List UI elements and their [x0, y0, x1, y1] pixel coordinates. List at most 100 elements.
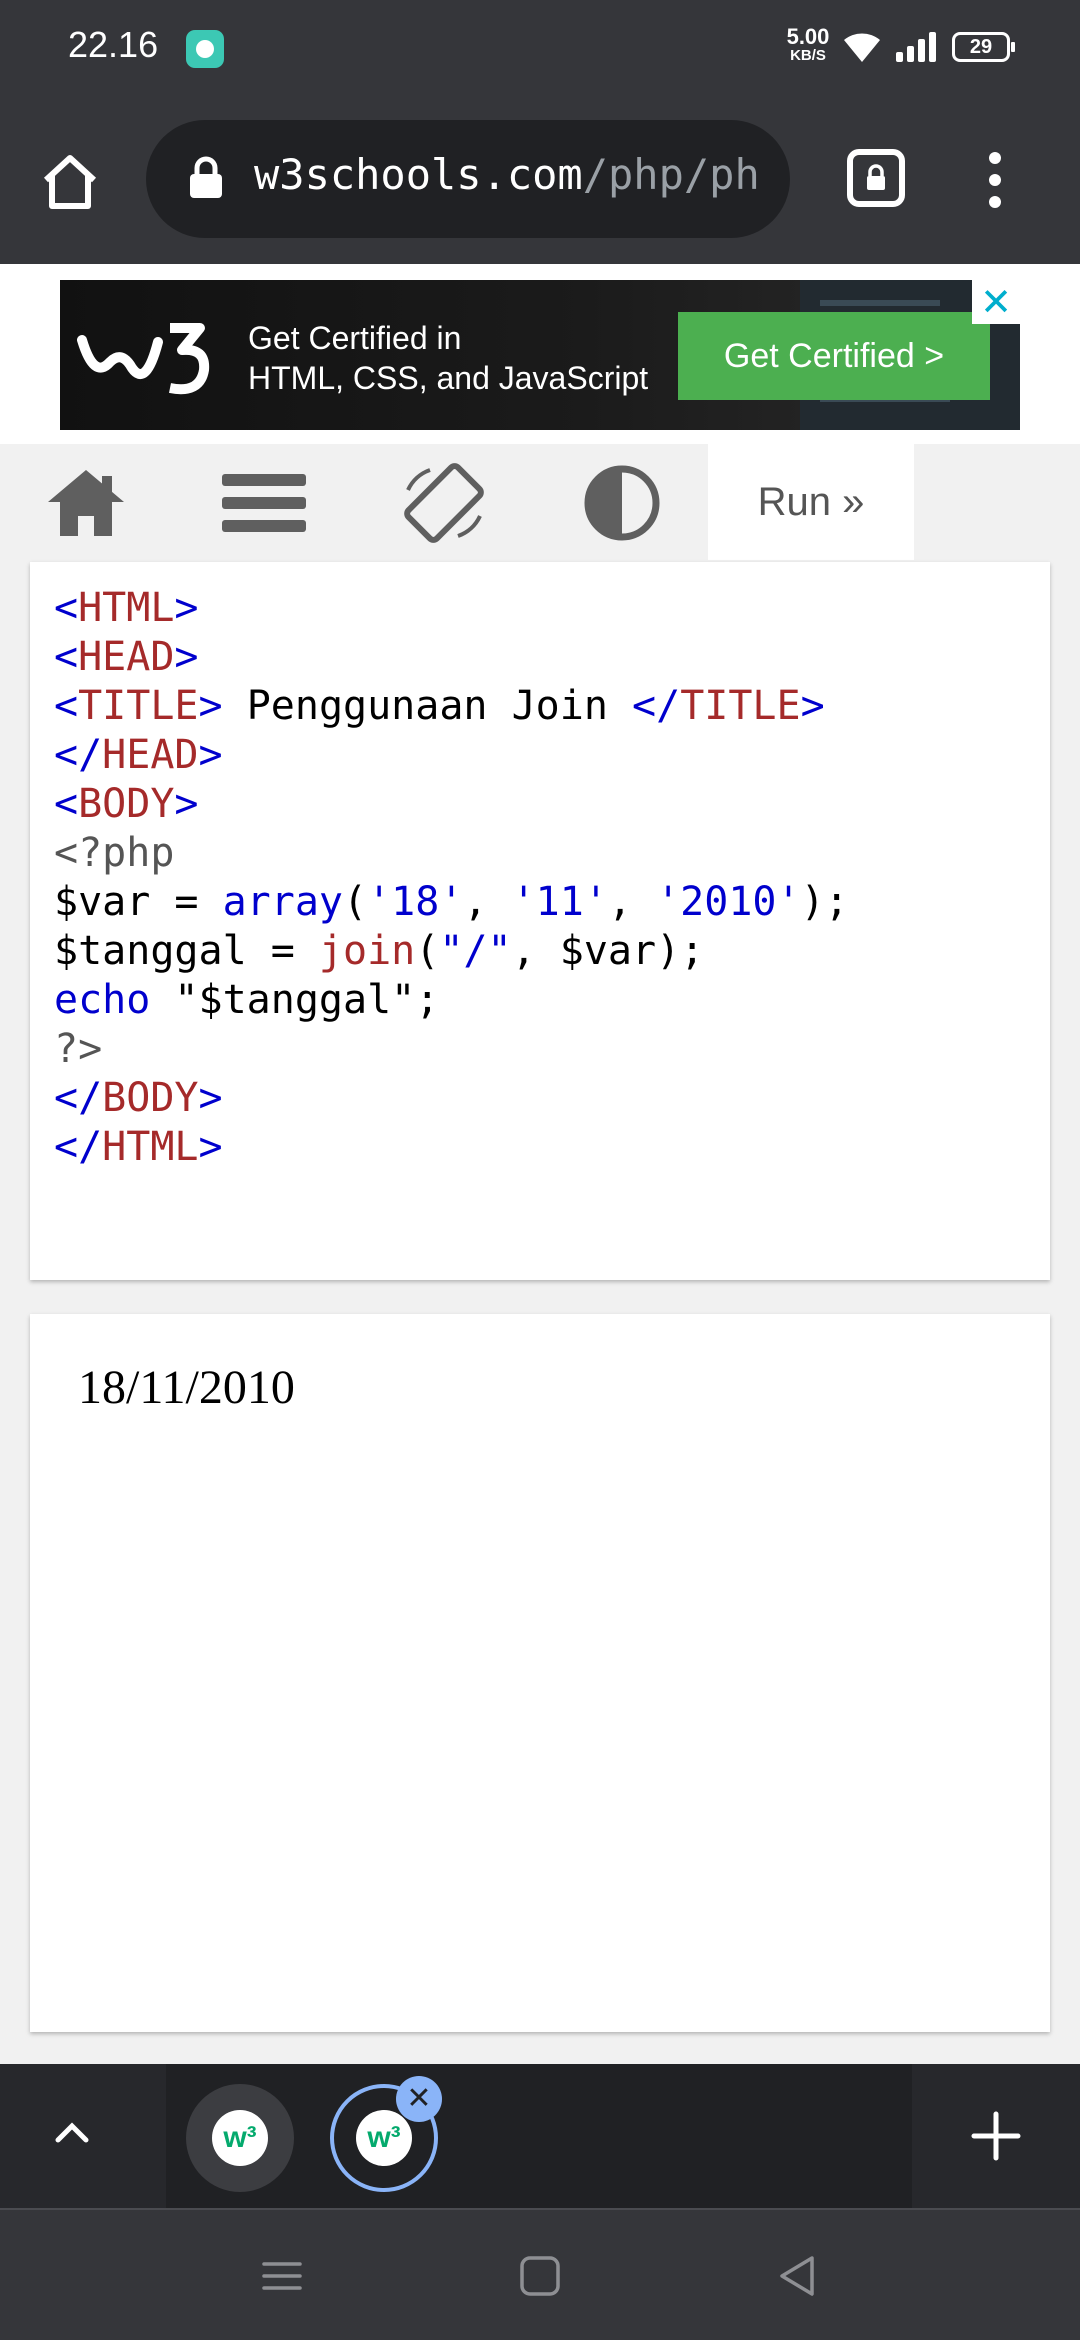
code-token: TITLE [680, 683, 801, 729]
code-token: ; [415, 977, 440, 1023]
code-token: < [54, 683, 79, 729]
battery-level: 29 [969, 36, 993, 58]
editor-toolbar: Run » [0, 444, 1080, 560]
url-path: /php/ph [582, 150, 760, 199]
code-line: $var = array('18', '11', '2010'); [54, 878, 849, 927]
result-output: 18/11/2010 [78, 1361, 295, 1414]
code-token: $var = [54, 879, 223, 925]
code-line: $tanggal = join("/", $var); [54, 927, 849, 976]
home-icon[interactable] [38, 150, 102, 214]
code-token: </ [54, 1075, 103, 1121]
ad-close-icon[interactable]: ✕ [972, 280, 1020, 324]
theme-contrast-icon[interactable] [572, 460, 672, 546]
code-token: Penggunaan Join [222, 683, 633, 729]
code-token: </ [632, 683, 681, 729]
tab-thumbnail[interactable] [186, 2084, 294, 2192]
code-line: </BODY> [54, 1074, 849, 1123]
network-speed: 5.00 KB/S [778, 24, 838, 64]
code-token: > [198, 1075, 223, 1121]
code-token: > [174, 634, 199, 680]
ad-line-1: Get Certified in [248, 320, 462, 356]
url-text: w3schools.com/php/ph [254, 150, 760, 199]
home-nav-icon[interactable] [510, 2248, 570, 2304]
rotate-screen-icon[interactable] [394, 460, 494, 546]
wifi-icon [844, 33, 880, 62]
ad-area: Get Certified in HTML, CSS, and JavaScri… [0, 264, 1080, 444]
code-line: <HEAD> [54, 633, 849, 682]
code-token: > [198, 683, 223, 729]
lock-icon [190, 156, 222, 198]
code-token: TITLE [78, 683, 199, 729]
ad-line-2: HTML, CSS, and JavaScript [248, 360, 649, 396]
tab-strip [0, 2064, 1080, 2208]
code-token: ?> [54, 1026, 103, 1072]
w3-logo [77, 323, 210, 395]
back-icon[interactable] [768, 2248, 828, 2304]
result-panel: 18/11/2010 [30, 1314, 1050, 2032]
status-time: 22.16 [68, 24, 159, 65]
recent-apps-icon[interactable] [252, 2248, 312, 2304]
browser-toolbar: w3schools.com/php/ph [0, 96, 1080, 264]
code-line: <HTML> [54, 584, 849, 633]
code-token: HEAD [78, 634, 175, 680]
system-nav-bar [0, 2208, 1080, 2340]
status-bar: 22.16 5.00 KB/S 29 [0, 0, 1080, 96]
code-token: < [54, 585, 79, 631]
code-editor[interactable]: <HTML> <HEAD> <TITLE> Penggunaan Join </TI… [30, 562, 1050, 1280]
signal-icon [896, 32, 936, 62]
code-token: "$tanggal" [174, 977, 416, 1023]
code-token: array [222, 879, 343, 925]
w3schools-favicon-icon [356, 2110, 412, 2166]
code-token: </ [54, 1124, 103, 1170]
code-token: HTML [78, 585, 175, 631]
code-token: > [198, 1124, 223, 1170]
battery-icon: 29 [952, 32, 1015, 62]
code-token: > [800, 683, 825, 729]
address-bar[interactable]: w3schools.com/php/ph [146, 120, 790, 238]
run-button[interactable]: Run » [708, 444, 914, 560]
tab-switcher-icon[interactable] [846, 148, 906, 208]
code-line: <?php [54, 829, 849, 878]
menu-icon[interactable] [214, 460, 314, 546]
ad-text: Get Certified in HTML, CSS, and JavaScri… [248, 318, 648, 398]
get-certified-button[interactable]: Get Certified > [678, 312, 990, 400]
code-token: ( [415, 928, 440, 974]
code-token: > [198, 732, 223, 778]
code-token: , $var); [511, 928, 705, 974]
network-speed-value: 5.00 [786, 24, 830, 49]
code-token: BODY [78, 781, 175, 827]
code-token: ); [800, 879, 849, 925]
code-token: "/" [439, 928, 512, 974]
certification-ad-banner[interactable]: Get Certified in HTML, CSS, and JavaScri… [60, 280, 1020, 430]
code-line: <TITLE> Penggunaan Join </TITLE> [54, 682, 849, 731]
network-speed-unit: KB/S [790, 47, 826, 64]
code-token: '18' [367, 879, 464, 925]
code-token: < [54, 781, 79, 827]
home-icon[interactable] [36, 460, 136, 546]
w3schools-favicon-icon [212, 2110, 268, 2166]
code-token: '11' [511, 879, 608, 925]
code-line: <BODY> [54, 780, 849, 829]
more-menu-icon[interactable] [980, 148, 1010, 212]
code-token: HTML [102, 1124, 199, 1170]
expand-tabs-button[interactable] [0, 2064, 166, 2208]
code-line: echo "$tanggal"; [54, 976, 849, 1025]
code-text: <HTML> <HEAD> <TITLE> Penggunaan Join </TI… [54, 584, 849, 1172]
code-line: ?> [54, 1025, 849, 1074]
code-line: </HTML> [54, 1123, 849, 1172]
code-token: HEAD [102, 732, 199, 778]
code-token: </ [54, 732, 103, 778]
code-token: , [607, 879, 657, 925]
code-line: </HEAD> [54, 731, 849, 780]
url-host: w3schools.com [254, 150, 583, 199]
music-app-notification-icon [186, 30, 224, 68]
code-token: BODY [102, 1075, 199, 1121]
code-token: $tanggal = [54, 928, 319, 974]
close-tab-icon[interactable]: ✕ [396, 2076, 442, 2122]
code-token: < [54, 634, 79, 680]
chevron-up-icon [55, 2122, 89, 2143]
code-token: , [463, 879, 512, 925]
new-tab-button[interactable] [912, 2064, 1080, 2208]
code-token: '2010' [656, 879, 801, 925]
